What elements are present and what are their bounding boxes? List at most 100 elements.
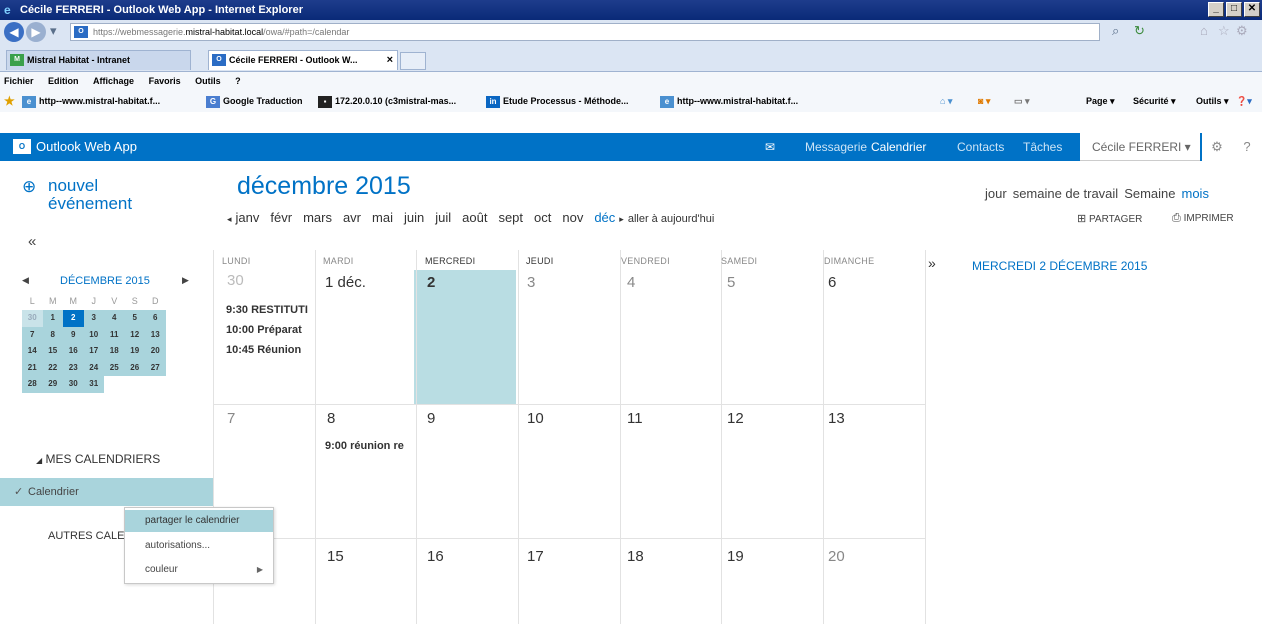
favorite-link[interactable]: ▪ 172.20.0.10 (c3mistral-mas...	[318, 90, 456, 112]
home-icon[interactable]: ⌂ ▾	[940, 90, 952, 112]
prev-arrow-icon[interactable]: ◂	[227, 214, 232, 224]
day-number[interactable]: 13	[828, 410, 845, 427]
mini-prev-icon[interactable]: ◀	[22, 275, 29, 286]
day-number[interactable]: 19	[727, 548, 744, 565]
day-number[interactable]: 10	[527, 410, 544, 427]
mini-day[interactable]: 25	[104, 359, 125, 376]
day-number[interactable]: 11	[627, 410, 643, 427]
day-number[interactable]: 20	[828, 548, 845, 565]
mini-day[interactable]: 5	[124, 310, 145, 327]
page-menu[interactable]: Page ▾	[1086, 90, 1115, 112]
mini-day[interactable]: 26	[124, 359, 145, 376]
day-number[interactable]: 1 déc.	[325, 274, 366, 291]
mini-day[interactable]: 1	[42, 310, 63, 327]
day-number[interactable]: 16	[427, 548, 444, 565]
view-month[interactable]: mois	[1182, 186, 1209, 201]
month-link[interactable]: août	[462, 210, 487, 225]
security-menu[interactable]: Sécurité ▾	[1133, 90, 1176, 112]
favorites-star-icon[interactable]: ★	[4, 90, 15, 112]
favorites-star-icon[interactable]: ☆	[1218, 23, 1230, 39]
day-number[interactable]: 8	[327, 410, 335, 427]
month-link[interactable]: janv	[236, 210, 260, 225]
color-menu-item[interactable]: couleur ▶	[125, 559, 273, 581]
menu-help[interactable]: ?	[235, 76, 241, 86]
mini-day[interactable]: 28	[22, 376, 43, 393]
address-bar[interactable]: O https://webmessagerie.mistral-habitat.…	[70, 23, 1100, 41]
day-number[interactable]: 4	[627, 274, 635, 291]
event-item[interactable]: 9:00 réunion re	[325, 440, 409, 452]
close-window-button[interactable]: ✕	[1244, 2, 1260, 17]
next-arrow-icon[interactable]: ▸	[619, 214, 624, 224]
collapse-left-icon[interactable]: «	[28, 233, 36, 250]
mini-day[interactable]: 24	[83, 359, 104, 376]
mini-day[interactable]: 21	[22, 359, 43, 376]
day-number[interactable]: 2	[427, 274, 435, 291]
my-calendars-header[interactable]: ◢ MES CALENDRIERS	[36, 452, 160, 466]
mini-day[interactable]: 6	[145, 310, 166, 327]
day-number[interactable]: 17	[527, 548, 544, 565]
tab-outlook[interactable]: O Cécile FERRERI - Outlook W... ×	[208, 50, 398, 70]
menu-edition[interactable]: Edition	[48, 76, 79, 86]
nav-taches[interactable]: Tâches	[1023, 140, 1062, 154]
mini-day[interactable]: 17	[83, 343, 104, 360]
calendar-item[interactable]: ✓ Calendrier	[0, 478, 213, 506]
mini-day[interactable]: 2	[63, 310, 84, 327]
other-calendars-header[interactable]: AUTRES CALEN	[48, 530, 132, 542]
mini-day[interactable]: 18	[104, 343, 125, 360]
month-link[interactable]: mai	[372, 210, 393, 225]
maximize-button[interactable]: □	[1226, 2, 1242, 17]
rss-icon[interactable]: ◙ ▾	[978, 90, 990, 112]
day-number[interactable]: 6	[828, 274, 836, 291]
mini-day[interactable]: 9	[63, 326, 84, 343]
mini-day[interactable]: 7	[22, 326, 43, 343]
mini-day[interactable]: 27	[145, 359, 166, 376]
share-calendar-menu-item[interactable]: partager le calendrier	[125, 510, 273, 532]
search-icon[interactable]: ⌕	[1112, 23, 1119, 39]
mini-day[interactable]: 10	[83, 326, 104, 343]
forward-button[interactable]: ▶	[26, 22, 46, 42]
favorite-link[interactable]: e http--www.mistral-habitat.f...	[660, 90, 798, 112]
menu-favoris[interactable]: Favoris	[149, 76, 181, 86]
event-item[interactable]: 10:45 Réunion	[226, 344, 310, 356]
mini-day[interactable]: 4	[104, 310, 125, 327]
minimize-button[interactable]: _	[1208, 2, 1224, 17]
favorite-link[interactable]: in Etude Processus - Méthode...	[486, 90, 629, 112]
month-link[interactable]: juil	[435, 210, 451, 225]
month-link[interactable]: sept	[498, 210, 523, 225]
month-link[interactable]: nov	[562, 210, 583, 225]
mini-day[interactable]: 3	[83, 310, 104, 327]
nav-calendrier[interactable]: Calendrier	[871, 140, 926, 154]
menu-affichage[interactable]: Affichage	[93, 76, 134, 86]
day-number[interactable]: 5	[727, 274, 735, 291]
settings-gear-icon[interactable]: ⚙	[1202, 133, 1232, 161]
collapse-right-icon[interactable]: »	[928, 255, 936, 271]
nav-messagerie[interactable]: Messagerie	[805, 140, 867, 154]
view-week[interactable]: Semaine	[1124, 186, 1175, 201]
menu-fichier[interactable]: Fichier	[4, 76, 34, 86]
permissions-menu-item[interactable]: autorisations...	[125, 535, 273, 557]
day-number[interactable]: 18	[627, 548, 644, 565]
day-number[interactable]: 7	[227, 410, 235, 427]
day-number[interactable]: 12	[727, 410, 744, 427]
tab-intranet[interactable]: M Mistral Habitat - Intranet	[6, 50, 191, 70]
user-menu[interactable]: Cécile FERRERI ▾	[1080, 133, 1200, 161]
favorite-link[interactable]: e http--www.mistral-habitat.f...	[22, 90, 160, 112]
close-tab-icon[interactable]: ×	[387, 51, 393, 69]
mini-day[interactable]: 23	[63, 359, 84, 376]
new-tab-button[interactable]	[400, 52, 426, 70]
help-icon[interactable]: ❓▾	[1236, 90, 1252, 112]
mini-day[interactable]: 13	[145, 326, 166, 343]
day-number[interactable]: 9	[427, 410, 435, 427]
favorite-link[interactable]: G Google Traduction	[206, 90, 303, 112]
tools-menu[interactable]: Outils ▾	[1196, 90, 1229, 112]
day-number[interactable]: 15	[327, 548, 344, 565]
mini-day[interactable]: 22	[42, 359, 63, 376]
month-link[interactable]: avr	[343, 210, 361, 225]
mini-day[interactable]: 19	[124, 343, 145, 360]
mini-day[interactable]: 8	[42, 326, 63, 343]
mail-notification-icon[interactable]: ✉	[765, 140, 775, 154]
mini-day[interactable]: 30	[63, 376, 84, 393]
mini-day[interactable]: 12	[124, 326, 145, 343]
month-link[interactable]: oct	[534, 210, 551, 225]
refresh-icon[interactable]: ↻	[1134, 23, 1145, 39]
